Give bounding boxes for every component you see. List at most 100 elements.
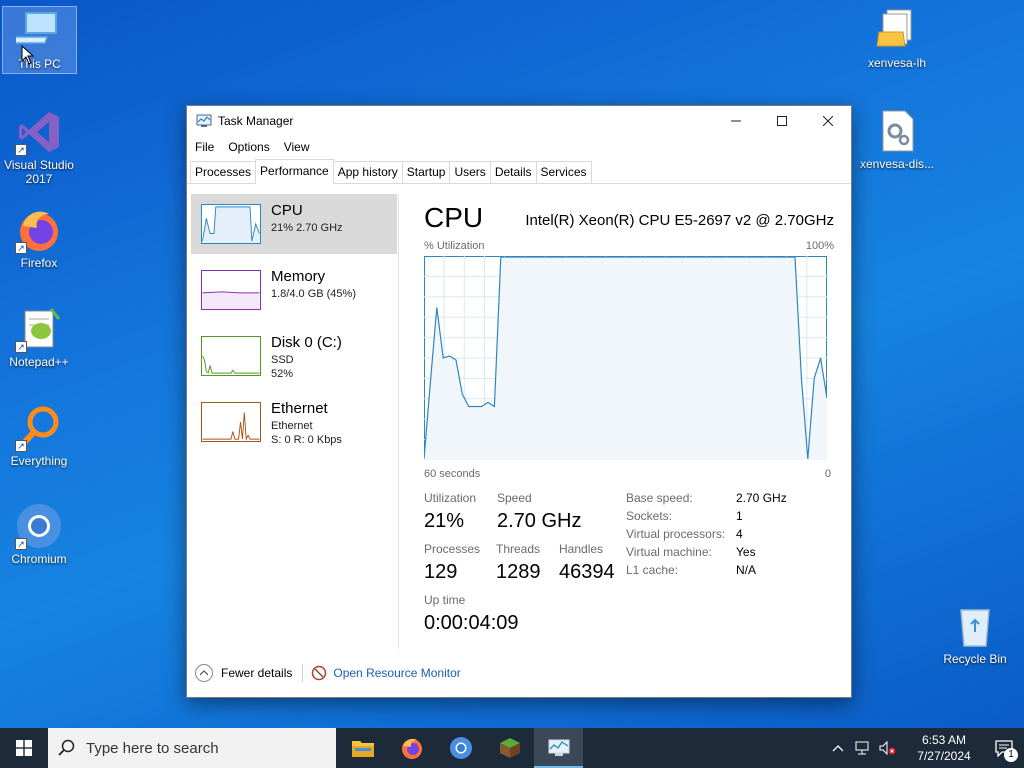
open-resource-monitor-link[interactable]: Open Resource Monitor: [333, 666, 460, 680]
desktop-icon-label: Everything: [10, 454, 68, 468]
uptime-value: 0:00:04:09: [424, 612, 519, 634]
resource-name: CPU: [271, 202, 303, 219]
tab-strip: Processes Performance App history Startu…: [187, 158, 851, 184]
desktop-icon-chromium[interactable]: ↗ Chromium: [2, 502, 76, 566]
pane-divider: [398, 194, 399, 649]
taskbar-clock[interactable]: 6:53 AM 7/27/2024: [904, 732, 984, 764]
search-placeholder: Type here to search: [86, 739, 219, 757]
resource-item-ethernet[interactable]: Ethernet Ethernet S: 0 R: 0 Kbps: [191, 392, 397, 452]
mouse-cursor-icon: [21, 45, 35, 65]
title-bar[interactable]: Task Manager: [187, 106, 851, 136]
taskbar-task-manager[interactable]: [534, 728, 583, 768]
clock-date: 7/27/2024: [917, 749, 971, 763]
network-icon[interactable]: [854, 740, 870, 756]
processes-value: 129: [424, 561, 458, 583]
taskbar-minecraft[interactable]: [485, 728, 534, 768]
tab-services[interactable]: Services: [535, 161, 592, 183]
taskbar-chromium[interactable]: [436, 728, 485, 768]
cpu-utilization-graph: [424, 256, 827, 460]
handles-value: 46394: [559, 561, 615, 583]
desktop-icon-label: Notepad++: [9, 355, 69, 369]
tab-app-history[interactable]: App history: [332, 161, 403, 183]
resource-detail: Ethernet: [271, 420, 313, 432]
threads-value: 1289: [496, 561, 541, 583]
desktop-icon-firefox[interactable]: ↗ Firefox: [2, 206, 76, 270]
desktop-icon-label: Firefox: [20, 256, 58, 270]
resource-detail: 52%: [271, 368, 294, 380]
menu-options[interactable]: Options: [228, 140, 269, 154]
window-title: Task Manager: [218, 114, 294, 128]
tab-users[interactable]: Users: [449, 161, 491, 183]
tab-startup[interactable]: Startup: [401, 161, 451, 183]
virtual-machine-label: Virtual machine:: [626, 545, 712, 559]
desktop-icon-label: xenvesa-dis...: [859, 157, 935, 171]
recycle-bin-icon: [951, 602, 999, 650]
close-button[interactable]: [805, 106, 851, 136]
task-manager-app-icon: [196, 114, 212, 127]
l1-cache-value: N/A: [736, 563, 757, 577]
resource-detail: S: 0 R: 0 Kbps: [271, 434, 342, 446]
taskbar-search-box[interactable]: Type here to search: [48, 728, 336, 768]
uptime-label: Up time: [424, 593, 466, 607]
clock-time: 6:53 AM: [921, 733, 967, 747]
desktop-icon-label: Recycle Bin: [943, 652, 1007, 666]
task-manager-icon: [548, 739, 569, 756]
menu-file[interactable]: File: [195, 140, 214, 154]
maximize-icon: [777, 116, 787, 126]
taskbar-file-explorer[interactable]: [338, 728, 387, 768]
speed-label: Speed: [497, 491, 532, 505]
desktop-icon-label: Visual Studio 2017: [4, 158, 74, 186]
fewer-details-chevron-icon[interactable]: [195, 664, 213, 682]
start-button[interactable]: [0, 728, 48, 768]
resource-item-cpu[interactable]: CPU 21% 2.70 GHz: [191, 194, 397, 254]
resource-item-memory[interactable]: Memory 1.8/4.0 GB (45%): [191, 260, 397, 320]
notification-center-button[interactable]: 1: [984, 728, 1024, 768]
taskbar-firefox[interactable]: [387, 728, 436, 768]
resource-name: Disk 0 (C:): [271, 334, 342, 351]
ethernet-thumbnail-graph: [201, 402, 261, 442]
show-hidden-icons-chevron-icon[interactable]: [832, 744, 844, 752]
visual-studio-icon: ↗: [15, 108, 63, 156]
maximize-button[interactable]: [759, 106, 805, 136]
desktop-icon-label: This PC: [18, 57, 61, 71]
firefox-icon: [401, 738, 422, 759]
speed-value: 2.70 GHz: [497, 510, 582, 532]
minimize-button[interactable]: [713, 106, 759, 136]
tab-details[interactable]: Details: [489, 161, 537, 183]
volume-muted-icon[interactable]: [878, 740, 896, 756]
resource-monitor-icon: [312, 665, 327, 681]
config-file-icon: [873, 107, 921, 155]
close-icon: [823, 116, 833, 126]
resource-detail: SSD: [271, 354, 294, 366]
folder-icon: [351, 741, 374, 757]
desktop-icon-visual-studio[interactable]: ↗ Visual Studio 2017: [2, 108, 76, 186]
resource-detail: 21% 2.70 GHz: [271, 222, 343, 234]
footer-bar: Fewer details Open Resource Monitor: [187, 658, 851, 688]
utilization-value: 21%: [424, 510, 465, 532]
virtual-processors-label: Virtual processors:: [626, 527, 726, 541]
desktop-icon-everything[interactable]: ↗ Everything: [2, 404, 76, 468]
graph-y-max-label: 100%: [805, 240, 834, 252]
cpu-thumbnail-graph: [201, 204, 261, 244]
l1-cache-label: L1 cache:: [626, 563, 679, 577]
graph-x-right-label: 0: [824, 468, 831, 480]
menu-view[interactable]: View: [284, 140, 310, 154]
shortcut-arrow-icon: ↗: [15, 242, 27, 254]
desktop-icon-recycle-bin[interactable]: Recycle Bin: [937, 602, 1013, 666]
resource-list: CPU 21% 2.70 GHz Memory 1.8/4.0 GB (45%)…: [191, 194, 397, 649]
tab-performance[interactable]: Performance: [255, 159, 334, 184]
desktop-icon-xenvesa-lh[interactable]: xenvesa-lh: [858, 6, 936, 70]
desktop-icon-this-pc[interactable]: This PC: [2, 6, 77, 74]
utilization-label: Utilization: [424, 491, 477, 505]
desktop-icon-notepad-plus-plus[interactable]: ↗ Notepad++: [2, 305, 76, 369]
shortcut-arrow-icon: ↗: [15, 538, 27, 550]
handles-label: Handles: [559, 542, 604, 556]
everything-search-icon: ↗: [15, 404, 63, 452]
notepad-plus-plus-icon: ↗: [15, 305, 63, 353]
desktop-icon-xenvesa-dis[interactable]: xenvesa-dis...: [858, 107, 936, 171]
fewer-details-button[interactable]: Fewer details: [221, 666, 292, 680]
graph-x-left-label: 60 seconds: [424, 468, 481, 480]
resource-item-disk[interactable]: Disk 0 (C:) SSD 52%: [191, 326, 397, 386]
virtual-machine-value: Yes: [736, 545, 756, 559]
tab-processes[interactable]: Processes: [190, 161, 257, 183]
